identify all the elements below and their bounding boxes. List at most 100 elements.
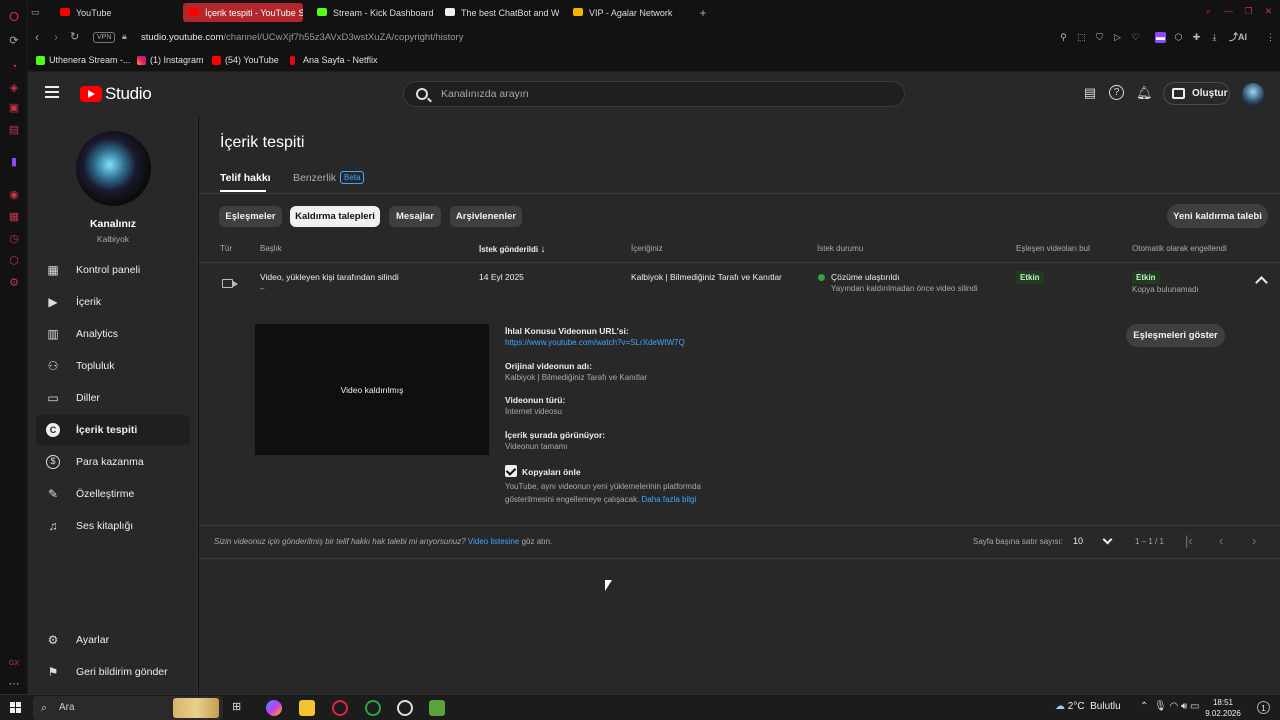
whatsapp-icon[interactable]: ▣: [7, 100, 21, 114]
notifications-bell-icon[interactable]: 🔔︎: [1136, 85, 1153, 101]
system-tray[interactable]: ⌃ 🎙︎ ◠ 🔊︎ ▭: [1140, 701, 1200, 712]
task-view-icon[interactable]: ⊞: [232, 700, 248, 716]
taskbar-clock[interactable]: 18:51 9.02.2026: [1203, 697, 1243, 719]
sidebar-item-settings[interactable]: ⚙ Ayarlar: [36, 625, 190, 655]
browser-tab-active[interactable]: İçerik tespiti - YouTube St: [183, 3, 303, 22]
sidebar-item-copyright[interactable]: C İçerik tespiti: [36, 415, 190, 445]
new-removal-request-button[interactable]: Yeni kaldırma talebi: [1167, 204, 1268, 228]
reload-icon[interactable]: ↻: [70, 30, 79, 43]
heart-icon[interactable]: ♡: [1130, 32, 1141, 43]
obs-icon[interactable]: [397, 700, 413, 716]
spotify-icon[interactable]: [365, 700, 381, 716]
lock-icon[interactable]: 🔒︎: [122, 31, 127, 42]
chip-messages[interactable]: Mesajlar: [389, 206, 441, 227]
forward-icon[interactable]: ›: [54, 30, 58, 44]
sidebar-item-subtitles[interactable]: ▭ Diller: [36, 383, 190, 413]
chip-matches[interactable]: Eşleşmeler: [219, 206, 282, 227]
chevron-up-icon[interactable]: [1255, 276, 1268, 289]
send-icon[interactable]: ▷: [1112, 32, 1123, 43]
minimize-icon[interactable]: —: [1223, 6, 1234, 17]
sidebar-item-content[interactable]: ▶ İçerik: [36, 287, 190, 317]
youtube-studio-logo[interactable]: Studio: [80, 84, 152, 104]
minecraft-icon[interactable]: [429, 700, 445, 716]
speed-dial-icon[interactable]: ⟳: [7, 33, 21, 47]
settings-side-icon[interactable]: ⚙: [7, 275, 21, 289]
sidebar-item-dashboard[interactable]: ▦ Kontrol paneli: [36, 255, 190, 285]
chip-archived[interactable]: Arşivlenenler: [450, 206, 522, 227]
chevron-down-icon[interactable]: [1102, 534, 1113, 545]
browser-tab[interactable]: The best ChatBot and Wid: [439, 3, 559, 22]
workspaces-icon[interactable]: ▦: [7, 209, 21, 223]
windows-start-icon[interactable]: [10, 702, 21, 713]
player-icon[interactable]: ◉: [7, 187, 21, 201]
search-input[interactable]: [441, 86, 881, 102]
next-page-icon[interactable]: ›: [1252, 533, 1256, 548]
messages-icon[interactable]: ▤: [1082, 85, 1098, 101]
sidebar-item-feedback[interactable]: ⚑ Geri bildirim gönder: [36, 657, 190, 687]
new-tab-button[interactable]: +: [695, 3, 711, 22]
mail-icon[interactable]: ▤: [7, 122, 21, 136]
sidebar-item-customization[interactable]: ✎ Özelleştirme: [36, 479, 190, 509]
twitch-icon[interactable]: ▮: [7, 154, 21, 168]
column-header-request-sent[interactable]: İstek gönderildi ↓: [479, 244, 545, 255]
browser-menu-icon[interactable]: ⋮: [1265, 32, 1276, 43]
opera-gx-icon[interactable]: [332, 700, 348, 716]
gx-icon[interactable]: GX: [7, 656, 21, 670]
bookmark-item[interactable]: (54) YouTube: [212, 55, 279, 65]
bookmark-item[interactable]: Uthenera Stream -...: [36, 55, 131, 65]
download-icon[interactable]: ⤓: [1209, 32, 1220, 43]
sidebar-item-earn[interactable]: $ Para kazanma: [36, 447, 190, 477]
tab-menu-icon[interactable]: ▭: [25, 3, 45, 22]
vpn-badge[interactable]: VPN: [93, 32, 116, 43]
puzzle-icon[interactable]: ✚: [1191, 32, 1202, 43]
browser-tab[interactable]: YouTube: [54, 3, 174, 22]
bookmark-item[interactable]: Ana Sayfa - Netflix: [290, 55, 378, 65]
previous-page-icon[interactable]: ‹: [1219, 533, 1223, 548]
sidebar-item-analytics[interactable]: ▥ Analytics: [36, 319, 190, 349]
file-explorer-icon[interactable]: [299, 700, 315, 716]
aria-icon[interactable]: ◔: [7, 60, 21, 74]
extension-icon[interactable]: ⬡: [1173, 32, 1184, 43]
prevent-copies-checkbox[interactable]: [505, 465, 517, 477]
search-icon[interactable]: [416, 88, 428, 100]
create-button[interactable]: Oluştur: [1163, 82, 1230, 105]
first-page-icon[interactable]: |‹: [1185, 533, 1193, 548]
url-field[interactable]: studio.youtube.com/channel/UCwXjf7h55z3A…: [141, 32, 463, 43]
messenger-icon[interactable]: ◈: [7, 80, 21, 94]
account-avatar[interactable]: [1242, 83, 1264, 105]
tab-likeness[interactable]: Benzerlik: [293, 172, 336, 184]
tab-search-icon[interactable]: ⌕: [1203, 6, 1214, 17]
close-icon[interactable]: ✕: [1263, 6, 1274, 17]
infringing-url-link[interactable]: https://www.youtube.com/watch?v=SLrXdeWt…: [505, 338, 685, 347]
history-icon[interactable]: ◷: [7, 231, 21, 245]
maximize-icon[interactable]: ❐: [1243, 6, 1254, 17]
twitch-extension-icon[interactable]: ▬: [1155, 32, 1166, 43]
pin-icon[interactable]: ⚲: [1058, 32, 1069, 43]
video-list-link[interactable]: Video listesine: [468, 537, 519, 546]
opera-logo-icon[interactable]: O: [7, 9, 21, 24]
aria-ai-icon[interactable]: ⤴AI: [1227, 32, 1249, 43]
channel-avatar[interactable]: [76, 131, 151, 206]
sidebar-item-audio-library[interactable]: ♫ Ses kitaplığı: [36, 511, 190, 541]
browser-tab[interactable]: VIP - Agalar Network: [567, 3, 687, 22]
more-icon[interactable]: ⋯: [7, 676, 21, 690]
show-matches-button[interactable]: Eşleşmeleri göster: [1126, 324, 1225, 347]
browser-tab[interactable]: Stream - Kick Dashboard: [311, 3, 436, 22]
learn-more-link[interactable]: Daha fazla bilgi: [642, 495, 697, 504]
bookmark-item[interactable]: (1) Instagram: [137, 55, 204, 65]
weather-widget[interactable]: ☁ 2°C Bulutlu: [1055, 701, 1121, 712]
shield-icon[interactable]: ⛉: [1094, 32, 1105, 43]
help-icon[interactable]: ?: [1109, 85, 1124, 100]
taskbar-search[interactable]: ⌕ Ara: [33, 696, 223, 720]
notification-badge[interactable]: 1: [1257, 701, 1270, 714]
row-content[interactable]: Kalbiyok | Bilmediğiniz Tarafı ve Kanıtl…: [631, 272, 782, 282]
back-icon[interactable]: ‹: [35, 30, 39, 44]
hamburger-menu-icon[interactable]: [45, 86, 59, 98]
chip-removal-requests[interactable]: Kaldırma talepleri: [290, 206, 380, 227]
copilot-icon[interactable]: [266, 700, 282, 716]
extensions-icon[interactable]: ⬡: [7, 253, 21, 267]
tab-copyright[interactable]: Telif hakkı: [220, 172, 271, 184]
snapshot-icon[interactable]: ⬚: [1076, 32, 1087, 43]
rows-per-page-select[interactable]: 10: [1073, 536, 1083, 546]
sidebar-item-community[interactable]: ⚇ Topluluk: [36, 351, 190, 381]
